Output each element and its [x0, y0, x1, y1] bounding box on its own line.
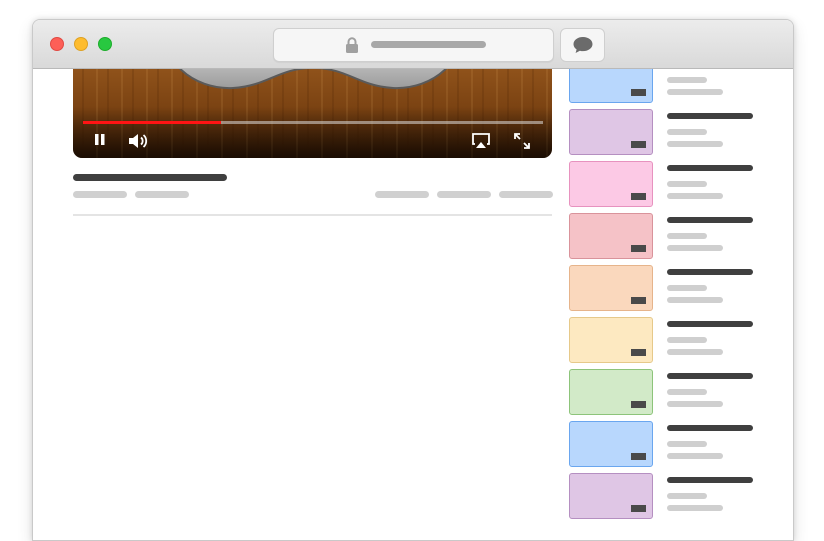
duration-badge: [631, 349, 646, 356]
volume-icon[interactable]: [127, 132, 151, 150]
progress-played: [83, 121, 221, 124]
url-placeholder: [371, 41, 486, 48]
recommendation-channel: [667, 77, 707, 83]
recommendation-title[interactable]: [667, 269, 753, 275]
recommendation-channel: [667, 181, 707, 187]
recommendation-thumbnail[interactable]: [569, 369, 653, 415]
recommendation-title[interactable]: [667, 477, 753, 483]
lock-icon: [346, 37, 358, 53]
recommendation-item[interactable]: [569, 369, 769, 417]
recommendation-views: [667, 193, 723, 199]
airplay-icon[interactable]: [471, 132, 491, 150]
close-button[interactable]: [50, 37, 64, 51]
browser-window: [32, 19, 794, 541]
recommendation-title[interactable]: [667, 217, 753, 223]
view-count: [135, 191, 189, 198]
recommendation-thumbnail[interactable]: [569, 421, 653, 467]
recommendation-item[interactable]: [569, 109, 769, 157]
recommendation-views: [667, 349, 723, 355]
recommendation-thumbnail[interactable]: [569, 109, 653, 155]
recommendation-thumbnail[interactable]: [569, 265, 653, 311]
recommendation-title[interactable]: [667, 113, 753, 119]
recommendation-channel: [667, 233, 707, 239]
duration-badge: [631, 297, 646, 304]
recommendation-views: [667, 453, 723, 459]
duration-badge: [631, 89, 646, 96]
recommendation-item[interactable]: [569, 161, 769, 209]
minimize-button[interactable]: [74, 37, 88, 51]
channel-name: [73, 191, 127, 198]
duration-badge: [631, 245, 646, 252]
address-bar[interactable]: [273, 28, 554, 62]
save-button[interactable]: [499, 191, 553, 198]
like-button[interactable]: [375, 191, 429, 198]
duration-badge: [631, 193, 646, 200]
recommendation-views: [667, 245, 723, 251]
recommendation-title[interactable]: [667, 165, 753, 171]
divider: [73, 214, 552, 216]
recommendation-views: [667, 89, 723, 95]
progress-bar[interactable]: [83, 121, 543, 124]
duration-badge: [631, 141, 646, 148]
recommendation-thumbnail[interactable]: [569, 161, 653, 207]
recommendation-item[interactable]: [569, 317, 769, 365]
recommendation-item[interactable]: [569, 213, 769, 261]
duration-badge: [631, 401, 646, 408]
recommendation-title[interactable]: [667, 425, 753, 431]
maximize-button[interactable]: [98, 37, 112, 51]
share-button[interactable]: [437, 191, 491, 198]
recommendation-views: [667, 297, 723, 303]
recommendation-channel: [667, 493, 707, 499]
recommendation-channel: [667, 337, 707, 343]
recommendation-item[interactable]: [569, 421, 769, 469]
recommendation-channel: [667, 285, 707, 291]
duration-badge: [631, 505, 646, 512]
recommendation-item[interactable]: [569, 265, 769, 313]
recommendation-views: [667, 401, 723, 407]
title-bar: [33, 20, 793, 69]
recommendation-thumbnail[interactable]: [569, 317, 653, 363]
speech-bubble-icon: [573, 37, 593, 53]
recommendation-thumbnail[interactable]: [569, 473, 653, 519]
recommendation-channel: [667, 129, 707, 135]
video-title: [73, 174, 227, 181]
recommendation-channel: [667, 389, 707, 395]
recommendation-channel: [667, 441, 707, 447]
recommendation-views: [667, 141, 723, 147]
duration-badge: [631, 453, 646, 460]
pause-icon[interactable]: [93, 132, 107, 148]
recommendation-thumbnail[interactable]: [569, 213, 653, 259]
recommendation-item[interactable]: [569, 473, 769, 521]
chat-button[interactable]: [560, 28, 605, 62]
recommendation-title[interactable]: [667, 373, 753, 379]
recommendation-title[interactable]: [667, 321, 753, 327]
fullscreen-icon[interactable]: [513, 132, 531, 150]
recommendation-views: [667, 505, 723, 511]
